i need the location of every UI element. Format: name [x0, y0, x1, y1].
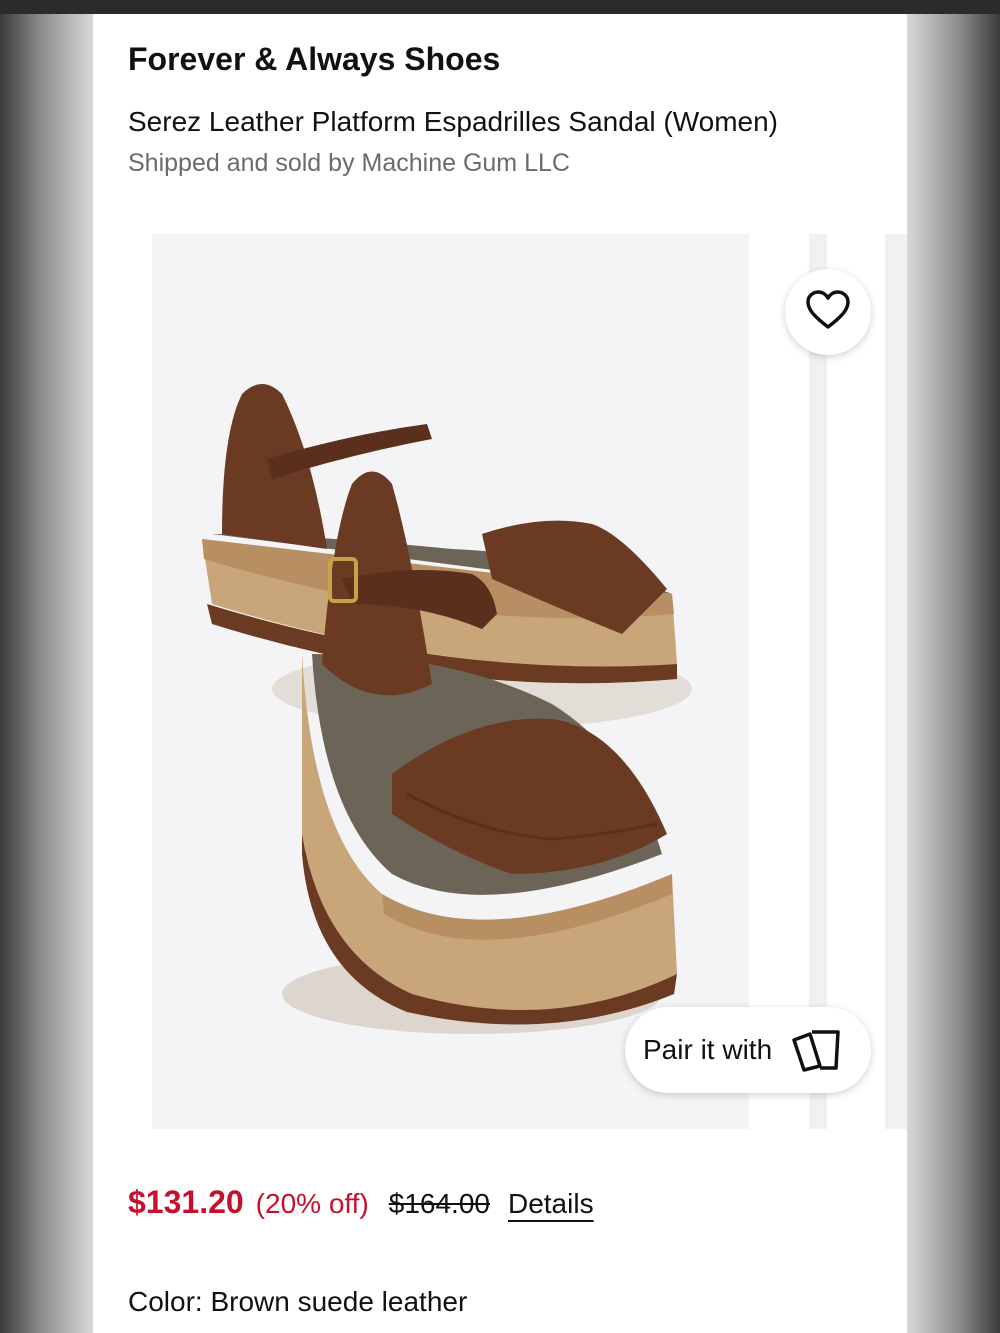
- next-image-peek[interactable]: [809, 234, 827, 1129]
- pair-it-with-label: Pair it with: [643, 1034, 773, 1065]
- product-panel: Forever & Always Shoes Serez Leather Pla…: [93, 14, 907, 1333]
- sandal-illustration: [152, 234, 749, 1129]
- pair-it-with-button[interactable]: Pair it with: [625, 1007, 871, 1093]
- favorite-button[interactable]: [785, 269, 871, 355]
- brand-name[interactable]: Forever & Always Shoes: [128, 41, 500, 78]
- seller-info: Shipped and sold by Machine Gum LLC: [128, 149, 570, 177]
- heart-icon: [805, 289, 851, 336]
- original-price: $164.00: [388, 1188, 490, 1219]
- price-row: $131.20 (20% off) $164.00 Details: [128, 1184, 594, 1221]
- sale-price: $131.20: [128, 1184, 244, 1220]
- color-label: Color: Brown suede leather: [128, 1286, 468, 1317]
- status-bar: [0, 0, 1000, 14]
- cards-icon: [790, 1028, 842, 1072]
- price-details-link[interactable]: Details: [508, 1188, 594, 1220]
- product-title: Serez Leather Platform Espadrilles Sanda…: [128, 106, 779, 137]
- product-image[interactable]: [152, 234, 749, 1129]
- next-image-peek-2[interactable]: [885, 234, 907, 1129]
- discount-percent: (20% off): [255, 1188, 369, 1219]
